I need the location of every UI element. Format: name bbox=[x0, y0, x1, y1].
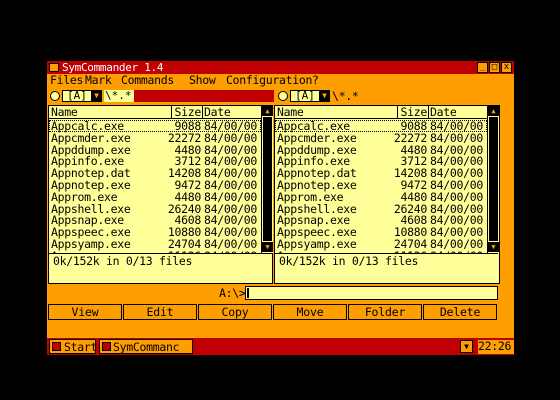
view-button[interactable]: View bbox=[48, 304, 122, 320]
right-drive-dropdown-icon[interactable]: ▼ bbox=[319, 90, 330, 102]
file-row[interactable]: Appcmder.exe 22272 84/00/00 bbox=[49, 132, 261, 144]
left-path: \*.* bbox=[104, 90, 134, 102]
right-scroll-thumb[interactable] bbox=[489, 117, 498, 241]
menu-commands[interactable]: Commands bbox=[121, 74, 174, 87]
menu-configuration[interactable]: Configuration bbox=[226, 74, 312, 87]
taskbar: Start SymCommanc ▼ 22:26 bbox=[47, 338, 514, 355]
minimize-button[interactable]: _ bbox=[477, 62, 488, 73]
left-scroll-thumb[interactable] bbox=[263, 117, 272, 241]
command-prompt: A:\> bbox=[219, 286, 246, 300]
menu-bar: Files Mark Commands Show Configuration ? bbox=[47, 74, 514, 87]
move-button[interactable]: Move bbox=[273, 304, 347, 320]
left-drive-dropdown-icon[interactable]: ▼ bbox=[91, 90, 102, 102]
file-row[interactable]: Appnotep.exe 9472 84/00/00 bbox=[49, 179, 261, 191]
main-window: Files Mark Commands Show Configuration ?… bbox=[47, 74, 514, 338]
right-status-text: 0k/152k in 0/13 files bbox=[279, 254, 419, 268]
scroll-down-icon[interactable]: ▼ bbox=[488, 242, 499, 252]
app-icon[interactable] bbox=[49, 63, 59, 72]
file-row[interactable]: Appcmder.exe 22272 84/00/00 bbox=[275, 132, 487, 144]
file-name: Appcmder.exe bbox=[51, 130, 131, 145]
right-scrollbar[interactable]: ▲ ▼ bbox=[487, 106, 499, 253]
file-date: 84/00/00 bbox=[204, 189, 257, 204]
copy-button[interactable]: Copy bbox=[198, 304, 272, 320]
left-column-header: Name Size Date bbox=[49, 106, 261, 119]
file-name: Appcmder.exe bbox=[277, 130, 357, 145]
start-icon bbox=[52, 342, 61, 351]
file-size: 22272 bbox=[167, 130, 201, 145]
menu-mark[interactable]: Mark bbox=[85, 74, 112, 87]
right-path: \*.* bbox=[332, 89, 359, 103]
left-file-panel: Name Size Date Appcalc.exe 9088 84/00/00 Ap… bbox=[48, 105, 273, 284]
left-header-divider[interactable] bbox=[202, 106, 203, 119]
left-header-date[interactable]: Date bbox=[204, 106, 231, 118]
file-row[interactable]: Appsyamp.exe 24704 84/00/00 bbox=[275, 238, 487, 250]
command-line: A:\> bbox=[47, 286, 514, 301]
file-name: Approm.exe bbox=[51, 189, 118, 204]
taskbar-task-symcommander[interactable]: SymCommanc bbox=[99, 339, 193, 354]
scroll-down-icon[interactable]: ▼ bbox=[262, 242, 273, 252]
left-path-field bbox=[134, 90, 274, 102]
function-buttons: View Edit Copy Move Folder Delete bbox=[47, 304, 514, 320]
left-scrollbar[interactable]: ▲ ▼ bbox=[261, 106, 273, 253]
task-label: SymCommanc bbox=[113, 340, 180, 354]
clock: 22:26 bbox=[478, 340, 514, 354]
file-size: 4480 bbox=[174, 189, 202, 204]
tray-dropdown-icon[interactable]: ▼ bbox=[460, 340, 473, 353]
right-status-bar: 0k/152k in 0/13 files bbox=[275, 253, 498, 267]
file-row[interactable]: Appsyamp.exe 24704 84/00/00 bbox=[49, 238, 261, 250]
menu-files[interactable]: Files bbox=[50, 74, 83, 87]
file-size: 4480 bbox=[400, 189, 428, 204]
delete-button[interactable]: Delete bbox=[423, 304, 497, 320]
left-file-list: Appcalc.exe 9088 84/00/00 Appcmder.exe 22272… bbox=[49, 120, 261, 253]
left-path-bar: [A] ▼ \*.* bbox=[47, 90, 274, 103]
scroll-up-icon[interactable]: ▲ bbox=[488, 106, 499, 116]
menu-show[interactable]: Show bbox=[189, 74, 216, 87]
menu-help[interactable]: ? bbox=[312, 74, 319, 87]
start-button[interactable]: Start bbox=[49, 339, 98, 354]
right-file-list: Appcalc.exe 9088 84/00/00 Appcmder.exe 22272… bbox=[275, 120, 487, 253]
scroll-up-icon[interactable]: ▲ bbox=[262, 106, 273, 116]
file-size: 22272 bbox=[393, 130, 427, 145]
left-drive-select[interactable]: [A] bbox=[62, 90, 92, 102]
right-header-name[interactable]: Name bbox=[277, 106, 304, 118]
left-status-bar: 0k/152k in 0/13 files bbox=[49, 253, 272, 267]
right-file-panel: Name Size Date Appcalc.exe 9088 84/00/00 Ap… bbox=[274, 105, 500, 284]
right-column-header: Name Size Date bbox=[275, 106, 487, 119]
close-button[interactable]: x bbox=[501, 62, 512, 73]
file-date: 84/00/00 bbox=[430, 130, 483, 145]
maximize-button[interactable]: □ bbox=[489, 62, 500, 73]
folder-button[interactable]: Folder bbox=[348, 304, 422, 320]
file-row[interactable]: Approm.exe 4480 84/00/00 bbox=[49, 191, 261, 203]
file-name: Approm.exe bbox=[277, 189, 344, 204]
resize-handle[interactable] bbox=[506, 322, 514, 338]
left-header-size[interactable]: Size bbox=[151, 106, 202, 118]
left-status-text: 0k/152k in 0/13 files bbox=[53, 254, 193, 268]
start-label: Start bbox=[64, 340, 98, 354]
task-app-icon bbox=[102, 342, 111, 351]
right-header-date[interactable]: Date bbox=[430, 106, 457, 118]
command-input[interactable] bbox=[245, 286, 498, 300]
text-cursor bbox=[247, 288, 249, 298]
right-header-divider[interactable] bbox=[428, 106, 429, 119]
file-date: 84/00/00 bbox=[204, 130, 257, 145]
file-row[interactable]: Appnotep.exe 9472 84/00/00 bbox=[275, 179, 487, 191]
file-row[interactable]: Approm.exe 4480 84/00/00 bbox=[275, 191, 487, 203]
right-header-size[interactable]: Size bbox=[377, 106, 428, 118]
right-active-radio[interactable] bbox=[278, 91, 288, 101]
edit-button[interactable]: Edit bbox=[123, 304, 197, 320]
left-header-name[interactable]: Name bbox=[51, 106, 78, 118]
right-path-bar: [A] ▼ \*.* bbox=[276, 90, 514, 103]
right-drive-select[interactable]: [A] bbox=[290, 90, 320, 102]
left-active-radio[interactable] bbox=[50, 91, 60, 101]
file-date: 84/00/00 bbox=[430, 189, 483, 204]
